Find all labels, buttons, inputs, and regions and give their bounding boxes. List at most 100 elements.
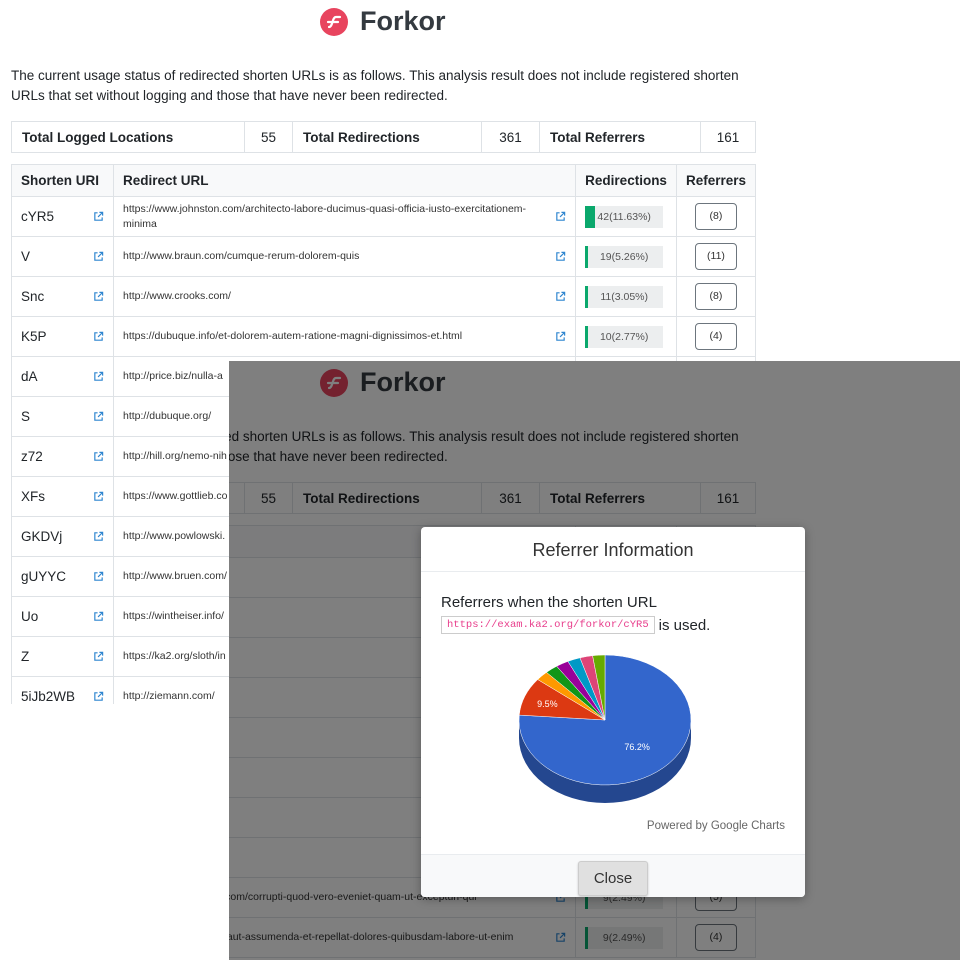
redirections-bar: 42(11.63%) (585, 205, 664, 228)
shorten-uri: V (11, 236, 114, 277)
shorten-uri-text: cYR5 (21, 209, 55, 224)
modal-footer: Close (421, 854, 805, 897)
redirect-url-cell: http://www.braun.com/cumque-rerum-dolore… (112, 236, 577, 277)
redirect-url: https://dubuque.info/et-dolorem-autem-ra… (123, 330, 463, 342)
stat-label: Total Referrers (539, 121, 701, 153)
external-link-icon[interactable] (93, 211, 104, 222)
brand[interactable]: Forkor (320, 6, 446, 37)
redirect-url-cell: http://www.crooks.com/ (112, 276, 577, 317)
redirect-url: https://wintheiser.info/ (123, 610, 224, 622)
external-link-icon[interactable] (555, 291, 566, 302)
external-link-icon[interactable] (93, 251, 104, 262)
redirect-url: http://price.biz/nulla-a (123, 370, 223, 382)
shorten-uri: 5iJb2WB (11, 676, 114, 704)
redirect-url-cell: https://dubuque.info/et-dolorem-autem-ra… (112, 316, 577, 357)
f-logo-icon (320, 7, 348, 36)
external-link-icon[interactable] (93, 691, 104, 702)
redirections-count: 42(11.63%) (597, 210, 651, 223)
stat-value: 361 (481, 121, 540, 153)
table-row: cYR5 https://www.johnston.com/architecto-… (11, 196, 757, 237)
external-link-icon[interactable] (555, 331, 566, 342)
shorten-uri: S (11, 396, 114, 437)
brand-name: Forkor (360, 6, 446, 36)
redirect-url: https://www.johnston.com/architecto-labo… (123, 202, 527, 230)
external-link-icon[interactable] (93, 651, 104, 662)
external-link-icon[interactable] (93, 611, 104, 622)
referrers-cell: (8) (675, 276, 757, 317)
shorten-uri: K5P (11, 316, 114, 357)
modal-text: Referrers when the shorten URL (441, 594, 657, 611)
redirections-bar: 10(2.77%) (585, 325, 664, 348)
col-header: Shorten URI (11, 164, 114, 197)
pie-slice-label: 9.5% (537, 699, 558, 709)
redirect-url: http://www.bruen.com/ (123, 570, 227, 582)
external-link-icon[interactable] (93, 291, 104, 302)
shorten-uri: gUYYC (11, 556, 114, 597)
shorten-uri-text: Uo (21, 609, 39, 624)
powered-by-label: Powered by Google Charts (646, 820, 785, 832)
referrers-button[interactable]: (8) (694, 283, 737, 310)
redirect-url: http://www.crooks.com/ (123, 290, 231, 302)
modal-body: Referrers when the shorten URL https://e… (421, 572, 805, 854)
redirect-url: https://www.gottlieb.co (123, 490, 228, 502)
redirections-cell: 42(11.63%) (575, 196, 677, 237)
redirect-url: http://www.powlowski. (123, 530, 226, 542)
redirect-url: http://dubuque.org/ (123, 410, 212, 422)
table-row: Snc http://www.crooks.com/11(3.05%) (8) (11, 276, 757, 317)
redirect-url: http://ziemann.com/ (123, 690, 215, 702)
external-link-icon[interactable] (93, 451, 104, 462)
shorten-uri-text: 5iJb2WB (21, 689, 76, 704)
external-link-icon[interactable] (93, 491, 104, 502)
shorten-url-code: https://exam.ka2.org/forkor/cYR5 (441, 616, 655, 634)
external-link-icon[interactable] (555, 211, 566, 222)
col-header: Redirections (575, 164, 677, 197)
shorten-uri-text: Z (21, 649, 30, 664)
external-link-icon[interactable] (555, 251, 566, 262)
modal-text-line2: https://exam.ka2.org/forkor/cYR5 is used… (441, 616, 710, 634)
redirections-cell: 11(3.05%) (575, 276, 677, 317)
shorten-uri: Z (11, 636, 114, 677)
referrers-cell: (8) (675, 196, 757, 237)
external-link-icon[interactable] (93, 411, 104, 422)
shorten-uri-text: Snc (21, 289, 45, 304)
shorten-uri-text: z72 (21, 449, 43, 464)
referrers-cell: (4) (675, 316, 757, 357)
external-link-icon[interactable] (93, 531, 104, 542)
shorten-uri-text: dA (21, 369, 38, 384)
shorten-uri: cYR5 (11, 196, 114, 237)
redirections-cell: 10(2.77%) (575, 316, 677, 357)
col-header: Redirect URL (112, 164, 577, 197)
col-header: Referrers (675, 164, 757, 197)
redirect-url: http://hill.org/nemo-nih (123, 450, 227, 462)
referrer-pie-chart: 76.2% 9.5% (518, 654, 692, 803)
shorten-uri: dA (11, 356, 114, 397)
modal-text-suffix: is used. (658, 616, 711, 634)
shorten-uri: GKDVj (11, 516, 114, 557)
shorten-uri: z72 (11, 436, 114, 477)
shorten-uri-text: XFs (21, 489, 46, 504)
shorten-uri-text: K5P (21, 329, 47, 344)
redirections-count: 19(5.26%) (599, 250, 649, 263)
referrers-button[interactable]: (11) (694, 243, 737, 270)
table-row: K5P https://dubuque.info/et-dolorem-autem… (11, 316, 757, 357)
close-button[interactable]: Close (578, 861, 648, 896)
external-link-icon[interactable] (93, 571, 104, 582)
redirect-url-cell: https://www.johnston.com/architecto-labo… (112, 196, 577, 237)
redirect-url: https://ka2.org/sloth/in (123, 650, 226, 662)
shorten-uri: Uo (11, 596, 114, 637)
referrers-button[interactable]: (8) (694, 203, 737, 230)
external-link-icon[interactable] (93, 371, 104, 382)
stats-table: Total Logged Locations 55 Total Redirect… (11, 121, 756, 153)
external-link-icon[interactable] (93, 331, 104, 342)
redirections-cell: 19(5.26%) (575, 236, 677, 277)
referrers-button[interactable]: (4) (694, 323, 737, 350)
redirections-bar: 11(3.05%) (585, 285, 664, 308)
redirections-count: 10(2.77%) (599, 330, 649, 343)
table-row: Vhttp://www.braun.com/cumque-rerum-dolor… (11, 236, 757, 277)
shorten-uri-text: gUYYC (21, 569, 67, 584)
stat-value: 55 (244, 121, 293, 153)
referrers-cell: (11) (675, 236, 757, 277)
stat-label: Total Redirections (292, 121, 482, 153)
stat-value: 161 (700, 121, 756, 153)
modal-title: Referrer Information (421, 527, 805, 572)
